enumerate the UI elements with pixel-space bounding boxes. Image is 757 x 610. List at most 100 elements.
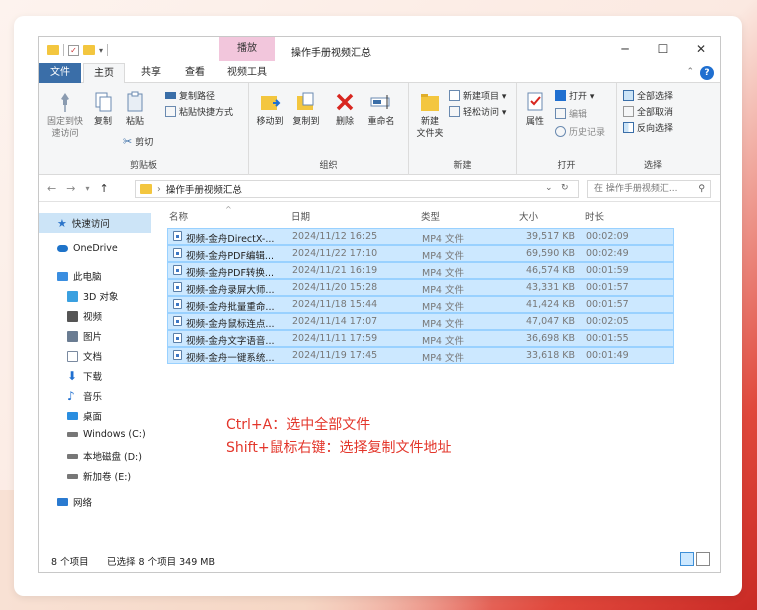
open-icon — [555, 90, 566, 101]
properties-quick-icon[interactable]: ✓ — [68, 44, 79, 56]
table-row[interactable]: 视频-金舟PDF编辑... 2024/11/22 17:10 MP4 文件 69… — [167, 245, 674, 262]
table-row[interactable]: 视频-金舟一键系统... 2024/11/19 17:45 MP4 文件 33,… — [167, 347, 674, 364]
sidebar-item-documents[interactable]: 文档 — [67, 349, 102, 363]
properties-button[interactable]: 属性 — [521, 91, 549, 128]
move-to-button[interactable]: 移动到 — [253, 91, 287, 128]
forward-button[interactable]: → — [66, 182, 75, 195]
maximize-button[interactable]: ☐ — [644, 37, 682, 61]
new-item-icon — [449, 90, 460, 101]
easy-access-button[interactable]: 轻松访问 ▾ — [449, 105, 506, 118]
pin-quick-access-button[interactable]: 固定到快 速访问 — [45, 91, 85, 140]
table-row[interactable]: 视频-金舟PDF转换... 2024/11/21 16:19 MP4 文件 46… — [167, 262, 674, 279]
edit-button[interactable]: 编辑 — [555, 107, 587, 120]
back-button[interactable]: ← — [47, 182, 56, 195]
refresh-button[interactable]: ↻ — [561, 183, 569, 193]
new-folder-quick-icon[interactable] — [83, 45, 95, 55]
collapse-ribbon-icon[interactable]: ⌃ — [686, 67, 694, 77]
quick-access-toolbar: ✓ ▾ — [47, 44, 109, 56]
annotation-select-all: Ctrl+A：选中全部文件 — [226, 417, 371, 433]
sidebar-item-onedrive[interactable]: OneDrive — [57, 243, 118, 254]
paste-icon — [127, 91, 143, 112]
file-date: 2024/11/12 16:25 — [292, 231, 378, 242]
tab-file[interactable]: 文件 — [39, 63, 81, 83]
recent-locations-button[interactable]: ▾ — [85, 184, 89, 193]
table-row[interactable]: 视频-金舟批量重命... 2024/11/18 15:44 MP4 文件 41,… — [167, 296, 674, 313]
address-row: ← → ▾ ↑ › 操作手册视频汇总 ⌄ ↻ 在 操作手册视频汇... ⚲ — [39, 176, 720, 202]
sidebar-item-network[interactable]: 网络 — [57, 495, 92, 509]
copy-to-button[interactable]: 复制到 — [289, 91, 323, 128]
close-button[interactable]: ✕ — [682, 37, 720, 61]
ribbon-tabs: 文件 主页 共享 查看 视频工具 ⌃ ? — [39, 63, 720, 83]
sidebar-item-videos[interactable]: 视频 — [67, 309, 102, 323]
tab-view[interactable]: 查看 — [175, 63, 215, 83]
column-header-size[interactable]: 大小 — [519, 209, 538, 223]
new-folder-button[interactable]: 新建 文件夹 — [413, 91, 447, 140]
sidebar-item-pictures[interactable]: 图片 — [67, 329, 102, 343]
copy-path-button[interactable]: 复制路径 — [165, 89, 215, 102]
path-chevron-icon[interactable]: › — [157, 184, 161, 195]
delete-button[interactable]: 删除 — [331, 91, 359, 128]
paste-shortcut-icon — [165, 106, 176, 117]
column-header-type[interactable]: 类型 — [421, 209, 440, 223]
file-name: 视频-金舟PDF编辑... — [186, 251, 274, 262]
table-row[interactable]: 视频-金舟文字语音... 2024/11/11 17:59 MP4 文件 36,… — [167, 330, 674, 347]
scissors-icon: ✂ — [123, 135, 133, 148]
tab-share[interactable]: 共享 — [131, 63, 171, 83]
paste-button[interactable]: 粘贴 — [121, 91, 149, 128]
copy-icon — [95, 92, 112, 112]
edit-label: 编辑 — [569, 110, 588, 120]
table-row[interactable]: 视频-金舟录屏大师... 2024/11/20 15:28 MP4 文件 43,… — [167, 279, 674, 296]
new-item-button[interactable]: 新建项目 ▾ — [449, 89, 506, 102]
column-header-length[interactable]: 时长 — [585, 209, 604, 223]
sidebar-item-label: Windows (C:) — [83, 429, 146, 440]
copy-button[interactable]: 复制 — [89, 91, 117, 128]
sidebar-item-label: 音乐 — [83, 392, 103, 403]
large-icons-view-icon[interactable] — [696, 552, 710, 566]
video-file-icon — [173, 316, 182, 326]
minimize-button[interactable]: ─ — [606, 37, 644, 61]
sidebar-item-quick-access[interactable]: ★ 快速访问 — [39, 213, 151, 233]
select-all-button[interactable]: 全部选择 — [623, 89, 673, 102]
details-view-icon[interactable] — [680, 552, 694, 566]
sidebar-item-label: 桌面 — [83, 412, 103, 423]
search-input[interactable]: 在 操作手册视频汇... ⚲ — [587, 180, 711, 198]
sidebar-item-this-pc[interactable]: 此电脑 — [57, 269, 102, 283]
sidebar-item-drive-e[interactable]: 新加卷 (E:) — [67, 469, 131, 483]
paste-shortcut-button[interactable]: 粘贴快捷方式 — [165, 105, 233, 118]
table-row[interactable]: 视频-金舟鼠标连点... 2024/11/14 17:07 MP4 文件 47,… — [167, 313, 674, 330]
address-dropdown-button[interactable]: ⌄ — [545, 183, 553, 193]
table-row[interactable]: 视频-金舟DirectX-... 2024/11/12 16:25 MP4 文件… — [167, 228, 674, 245]
file-length: 00:02:09 — [586, 231, 629, 242]
help-icon[interactable]: ? — [700, 66, 714, 80]
sidebar-item-drive-c[interactable]: Windows (C:) — [67, 429, 146, 440]
video-file-icon — [173, 231, 182, 241]
up-button[interactable]: ↑ — [99, 182, 108, 195]
sidebar-item-label: 文档 — [83, 352, 103, 363]
sidebar-item-music[interactable]: ♪ 音乐 — [67, 389, 102, 403]
tab-home[interactable]: 主页 — [83, 63, 125, 83]
tab-video-tools[interactable]: 视频工具 — [219, 63, 275, 83]
move-to-icon — [261, 96, 281, 110]
sidebar-item-3d-objects[interactable]: 3D 对象 — [67, 289, 118, 303]
selection-info: 已选择 8 个项目 349 MB — [107, 557, 215, 568]
column-header-date[interactable]: 日期 — [291, 209, 310, 223]
rename-label: 重命名 — [367, 117, 395, 127]
open-button[interactable]: 打开 ▾ — [555, 89, 594, 102]
rename-button[interactable]: 重命名 — [363, 91, 399, 128]
address-bar[interactable]: › 操作手册视频汇总 — [135, 180, 579, 198]
select-none-button[interactable]: 全部取消 — [623, 105, 673, 118]
breadcrumb[interactable]: 操作手册视频汇总 — [166, 182, 242, 196]
column-header-name[interactable]: ^ 名称 — [169, 205, 232, 223]
cut-button[interactable]: ✂ 剪切 — [123, 135, 153, 148]
file-date: 2024/11/20 15:28 — [292, 282, 378, 293]
invert-selection-button[interactable]: 反向选择 — [623, 121, 673, 134]
sidebar-item-downloads[interactable]: ⬇ 下载 — [67, 369, 102, 383]
sidebar-item-label: 此电脑 — [73, 272, 102, 283]
sidebar-item-desktop[interactable]: 桌面 — [67, 409, 102, 423]
sidebar-item-drive-d[interactable]: 本地磁盘 (D:) — [67, 449, 142, 463]
history-button[interactable]: 历史记录 — [555, 125, 605, 138]
history-label: 历史记录 — [569, 128, 606, 138]
sidebar-item-label: 下载 — [83, 372, 103, 383]
customize-chevron-icon[interactable]: ▾ — [99, 46, 103, 55]
tab-play-context[interactable]: 播放 — [219, 37, 275, 61]
